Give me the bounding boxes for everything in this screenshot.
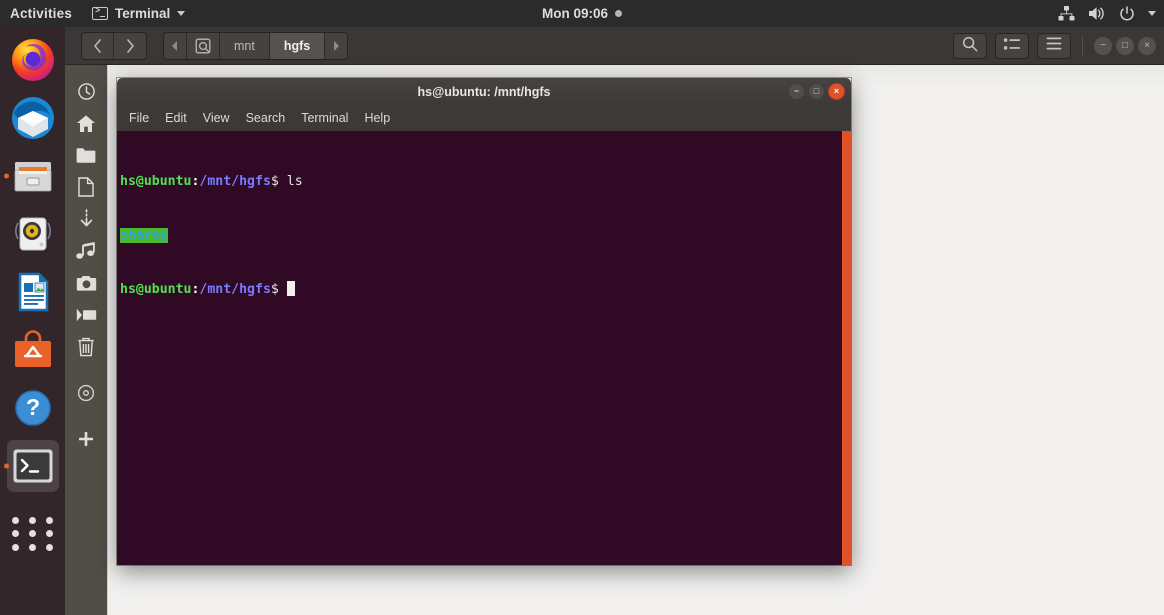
dock-item-thunderbird[interactable] bbox=[7, 92, 59, 144]
terminal-output: hs@ubuntu:/mnt/hgfs$ ls sharey hs@ubuntu… bbox=[119, 137, 851, 335]
sidebar-item-documents[interactable] bbox=[70, 139, 102, 171]
files-sidebar bbox=[65, 65, 107, 615]
terminal-line: hs@ubuntu:/mnt/hgfs$ ls bbox=[120, 173, 851, 191]
files-icon bbox=[14, 162, 51, 192]
sidebar-item-videos[interactable] bbox=[70, 299, 102, 331]
prompt-dollar: $ bbox=[270, 282, 287, 297]
sidebar-item-home[interactable] bbox=[70, 107, 102, 139]
dock-item-libreoffice-writer[interactable] bbox=[7, 266, 59, 318]
libreoffice-writer-icon bbox=[18, 272, 48, 312]
show-applications-button[interactable] bbox=[7, 508, 59, 560]
nav-buttons-group bbox=[81, 31, 147, 60]
files-header-bar: mnt hgfs − □ × bbox=[65, 27, 1164, 65]
firefox-icon bbox=[11, 39, 54, 81]
terminal-icon bbox=[13, 449, 52, 483]
dock-item-ubuntu-software[interactable] bbox=[7, 324, 59, 376]
sidebar-item-trash[interactable] bbox=[70, 331, 102, 363]
prompt-path: /mnt/hgfs bbox=[199, 282, 271, 297]
terminal-minimize-button[interactable]: − bbox=[788, 83, 805, 100]
app-menu-label: Terminal bbox=[115, 6, 171, 21]
view-options-button[interactable] bbox=[995, 33, 1029, 59]
ubuntu-dock: ? bbox=[0, 27, 65, 615]
main-menu-button[interactable] bbox=[1037, 33, 1071, 59]
ubuntu-software-icon bbox=[14, 330, 51, 367]
dock-item-files[interactable] bbox=[7, 150, 59, 202]
breadcrumb-scroll-left[interactable] bbox=[164, 32, 187, 59]
prompt-user: hs@ubuntu bbox=[120, 174, 192, 189]
menu-item-file[interactable]: File bbox=[129, 111, 149, 125]
chevron-down-icon[interactable] bbox=[1148, 11, 1156, 16]
system-tray bbox=[1058, 0, 1156, 27]
sidebar-item-downloads[interactable] bbox=[70, 203, 102, 235]
terminal-window-buttons: − □ × bbox=[788, 83, 845, 100]
menu-item-edit[interactable]: Edit bbox=[165, 111, 187, 125]
menu-item-view[interactable]: View bbox=[203, 111, 230, 125]
desktop-screen: Activities Terminal Mon 09:06 bbox=[0, 0, 1164, 615]
breadcrumb-item-mnt[interactable]: mnt bbox=[220, 32, 270, 59]
volume-icon[interactable] bbox=[1088, 6, 1106, 21]
header-divider bbox=[1082, 36, 1083, 56]
breadcrumb: mnt hgfs bbox=[163, 31, 349, 60]
thunderbird-icon bbox=[11, 97, 54, 139]
files-maximize-button[interactable]: □ bbox=[1116, 37, 1134, 55]
back-button[interactable] bbox=[82, 32, 114, 59]
ls-entry-sharey: sharey bbox=[120, 228, 168, 243]
breadcrumb-item-hgfs[interactable]: hgfs bbox=[269, 32, 326, 59]
sidebar-item-recent[interactable] bbox=[70, 75, 102, 107]
terminal-line: hs@ubuntu:/mnt/hgfs$ bbox=[120, 281, 851, 299]
sidebar-item-music[interactable] bbox=[70, 235, 102, 267]
help-icon: ? bbox=[14, 390, 51, 426]
prompt-dollar: $ bbox=[270, 174, 287, 189]
files-window-buttons: − □ × bbox=[1094, 37, 1156, 55]
forward-button[interactable] bbox=[114, 32, 146, 59]
activities-button[interactable]: Activities bbox=[0, 6, 84, 21]
menu-item-terminal[interactable]: Terminal bbox=[301, 111, 348, 125]
terminal-body[interactable]: hs@ubuntu:/mnt/hgfs$ ls sharey hs@ubuntu… bbox=[117, 131, 851, 565]
dock-item-terminal[interactable] bbox=[6, 440, 59, 492]
dock-item-help[interactable]: ? bbox=[7, 382, 59, 434]
files-close-button[interactable]: × bbox=[1138, 37, 1156, 55]
dock-item-rhythmbox[interactable] bbox=[7, 208, 59, 260]
rhythmbox-icon bbox=[14, 217, 51, 251]
terminal-close-button[interactable]: × bbox=[828, 83, 845, 100]
sidebar-item-disc[interactable] bbox=[70, 377, 102, 409]
apps-grid-icon bbox=[10, 516, 56, 552]
power-icon[interactable] bbox=[1119, 5, 1135, 22]
clock-label[interactable]: Mon 09:06 bbox=[542, 6, 608, 21]
terminal-icon bbox=[92, 6, 109, 20]
terminal-titlebar[interactable]: hs@ubuntu: /mnt/hgfs − □ × bbox=[117, 78, 851, 105]
breadcrumb-device-icon[interactable] bbox=[187, 32, 220, 59]
text-cursor bbox=[286, 281, 295, 296]
search-icon bbox=[962, 36, 978, 57]
sidebar-item-pictures[interactable] bbox=[70, 267, 102, 299]
terminal-command: ls bbox=[286, 174, 303, 189]
dock-item-firefox[interactable] bbox=[7, 34, 59, 86]
breadcrumb-scroll-right[interactable] bbox=[325, 32, 348, 59]
gnome-top-bar: Activities Terminal Mon 09:06 bbox=[0, 0, 1164, 27]
terminal-maximize-button[interactable]: □ bbox=[808, 83, 825, 100]
sidebar-item-other-locations[interactable] bbox=[70, 423, 102, 455]
files-header-tools: − □ × bbox=[953, 33, 1156, 59]
menu-item-search[interactable]: Search bbox=[246, 111, 286, 125]
view-list-icon bbox=[1004, 37, 1020, 55]
svg-text:?: ? bbox=[25, 394, 39, 420]
sidebar-item-desktop[interactable] bbox=[70, 171, 102, 203]
menu-item-help[interactable]: Help bbox=[364, 111, 390, 125]
prompt-path: /mnt/hgfs bbox=[199, 174, 271, 189]
terminal-line: sharey bbox=[120, 227, 851, 245]
terminal-menubar: File Edit View Search Terminal Help bbox=[117, 105, 851, 131]
terminal-window: hs@ubuntu: /mnt/hgfs − □ × File Edit Vie… bbox=[117, 78, 851, 565]
terminal-scrollbar[interactable] bbox=[842, 131, 851, 565]
app-menu-button[interactable]: Terminal bbox=[84, 6, 193, 21]
prompt-user: hs@ubuntu bbox=[120, 282, 192, 297]
files-minimize-button[interactable]: − bbox=[1094, 37, 1112, 55]
network-icon[interactable] bbox=[1058, 6, 1075, 21]
terminal-title-label: hs@ubuntu: /mnt/hgfs bbox=[417, 84, 551, 99]
chevron-down-icon bbox=[177, 11, 186, 16]
notification-dot-icon bbox=[615, 10, 623, 17]
hamburger-menu-icon bbox=[1046, 37, 1062, 55]
search-button[interactable] bbox=[953, 33, 987, 59]
